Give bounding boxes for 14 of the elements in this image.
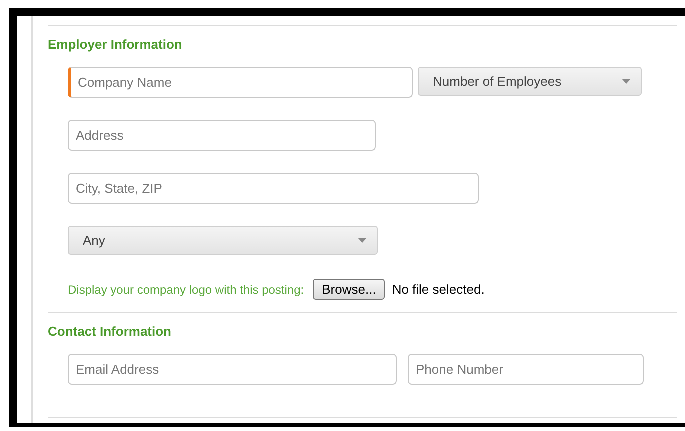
dropdown[interactable]: Any <box>68 226 378 255</box>
input-field[interactable]: Address <box>68 120 376 151</box>
input-field[interactable]: City, State, ZIP <box>68 173 479 204</box>
input-field[interactable]: Phone Number <box>408 354 644 385</box>
file-status: No file selected. <box>392 280 485 299</box>
input-field[interactable]: Company Name <box>68 67 413 98</box>
caret-icon <box>622 79 631 84</box>
section-heading: Employer Information <box>48 37 182 53</box>
file-label: Display your company logo with this posting: <box>68 282 304 298</box>
dropdown[interactable]: Number of Employees <box>418 67 642 96</box>
input-field[interactable]: Email Address <box>68 354 397 385</box>
section-heading: Contact Information <box>48 324 172 340</box>
caret-icon <box>358 238 367 243</box>
browse-button[interactable]: Browse... <box>313 279 386 300</box>
